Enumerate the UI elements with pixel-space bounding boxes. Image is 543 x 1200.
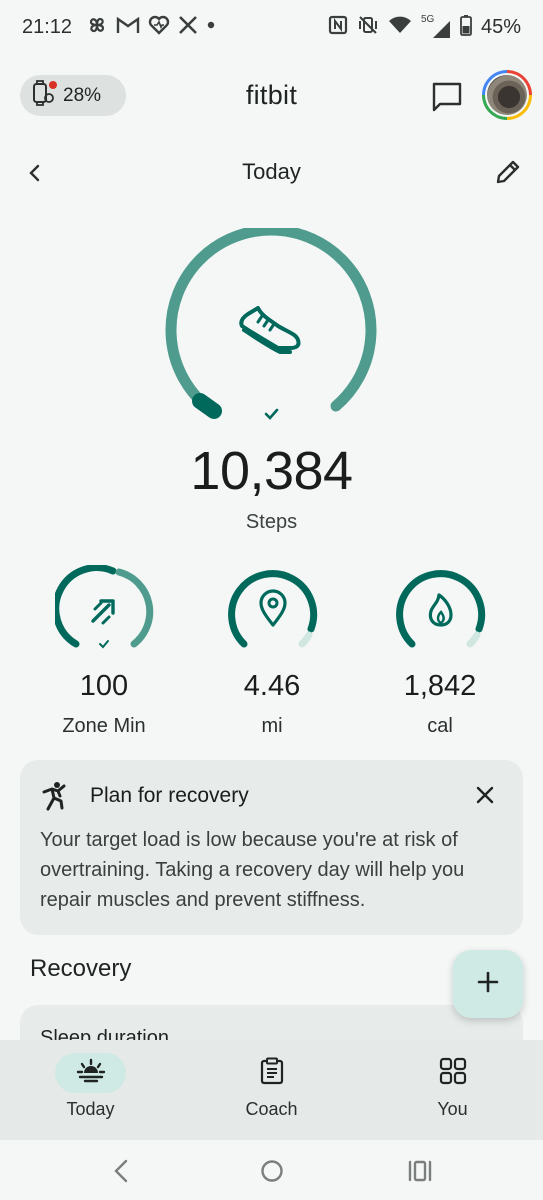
plus-icon [476, 970, 500, 999]
nav-you-indicator [417, 1053, 488, 1093]
stat-zone-minutes[interactable]: 100 Zone Min [49, 565, 159, 755]
date-title: Today [242, 159, 301, 184]
avatar-photo [487, 75, 527, 115]
recents-icon [406, 1160, 434, 1189]
status-right: 5G 45% [328, 14, 521, 41]
shoe-icon [239, 306, 301, 354]
system-home-button[interactable] [258, 1157, 286, 1185]
bottom-navigation: Today Coach You [0, 1040, 543, 1140]
status-time: 21:12 [22, 16, 73, 38]
zone-arrow-icon [91, 599, 115, 625]
back-icon [108, 1159, 136, 1189]
fitbit-heart-icon [148, 15, 170, 35]
pencil-icon [494, 160, 522, 190]
chat-icon [428, 82, 466, 118]
nav-coach-label: Coach [245, 1099, 298, 1119]
dot-icon [206, 20, 216, 30]
recovery-card-title: Plan for recovery [90, 784, 249, 807]
steps-ring[interactable] [160, 224, 384, 438]
location-pin-icon [259, 589, 287, 627]
gmail-icon [116, 15, 140, 35]
distance-label: mi [261, 715, 283, 737]
nav-coach-indicator [236, 1053, 307, 1093]
zone-minutes-label: Zone Min [62, 715, 146, 737]
wifi-icon [388, 15, 412, 40]
nav-you[interactable]: You [362, 1040, 543, 1140]
zone-minutes-ring [55, 565, 154, 649]
system-back-button[interactable] [108, 1157, 136, 1185]
vibrate-off-icon [357, 14, 379, 41]
nav-today[interactable]: Today [0, 1040, 181, 1140]
calories-value: 1,842 [403, 670, 477, 702]
nfc-icon [328, 15, 348, 40]
check-icon [264, 408, 279, 420]
recovery-plan-card[interactable]: Plan for recovery Your target load is lo… [20, 760, 523, 935]
edit-button[interactable] [494, 158, 522, 186]
steps-label: Steps [245, 511, 298, 533]
sunrise-icon [76, 1058, 106, 1089]
system-recents-button[interactable] [406, 1157, 434, 1185]
battery-icon [460, 14, 472, 41]
nav-coach[interactable]: Coach [181, 1040, 362, 1140]
nav-today-indicator [55, 1053, 126, 1093]
calories-ring [396, 570, 486, 648]
recovery-card-body: Your target load is low because you're a… [40, 829, 465, 911]
avatar[interactable] [482, 70, 532, 120]
distance-value: 4.46 [243, 670, 301, 702]
flame-icon [428, 593, 453, 627]
recovery-section-title: Recovery [30, 955, 132, 982]
stat-calories[interactable]: 1,842 cal [385, 565, 495, 755]
steps-ring-graphic [165, 224, 377, 420]
home-icon [258, 1160, 286, 1189]
close-icon [472, 786, 498, 812]
notification-icons [86, 14, 216, 36]
steps-value: 10,384 [190, 441, 353, 501]
avatar-frame [485, 73, 529, 117]
signal-5g-icon: 5G [421, 14, 451, 39]
calories-label: cal [427, 715, 453, 737]
stat-distance[interactable]: 4.46 mi [217, 565, 327, 755]
nav-today-label: Today [66, 1099, 115, 1119]
grid-icon [439, 1057, 467, 1090]
pinwheel-icon [86, 14, 108, 36]
status-bar: 21:12 5G 45% [0, 0, 543, 56]
zone-minutes-value: 100 [79, 670, 129, 702]
running-figure-icon [38, 780, 70, 812]
chat-button[interactable] [428, 78, 466, 114]
add-button[interactable] [453, 950, 523, 1018]
nav-you-label: You [437, 1099, 468, 1119]
distance-ring [228, 570, 318, 648]
system-navigation [0, 1140, 543, 1200]
battery-percent: 45% [480, 16, 521, 38]
clipboard-icon [259, 1057, 285, 1090]
x-icon [178, 15, 198, 35]
close-button[interactable] [472, 782, 498, 808]
check-icon [99, 640, 109, 649]
